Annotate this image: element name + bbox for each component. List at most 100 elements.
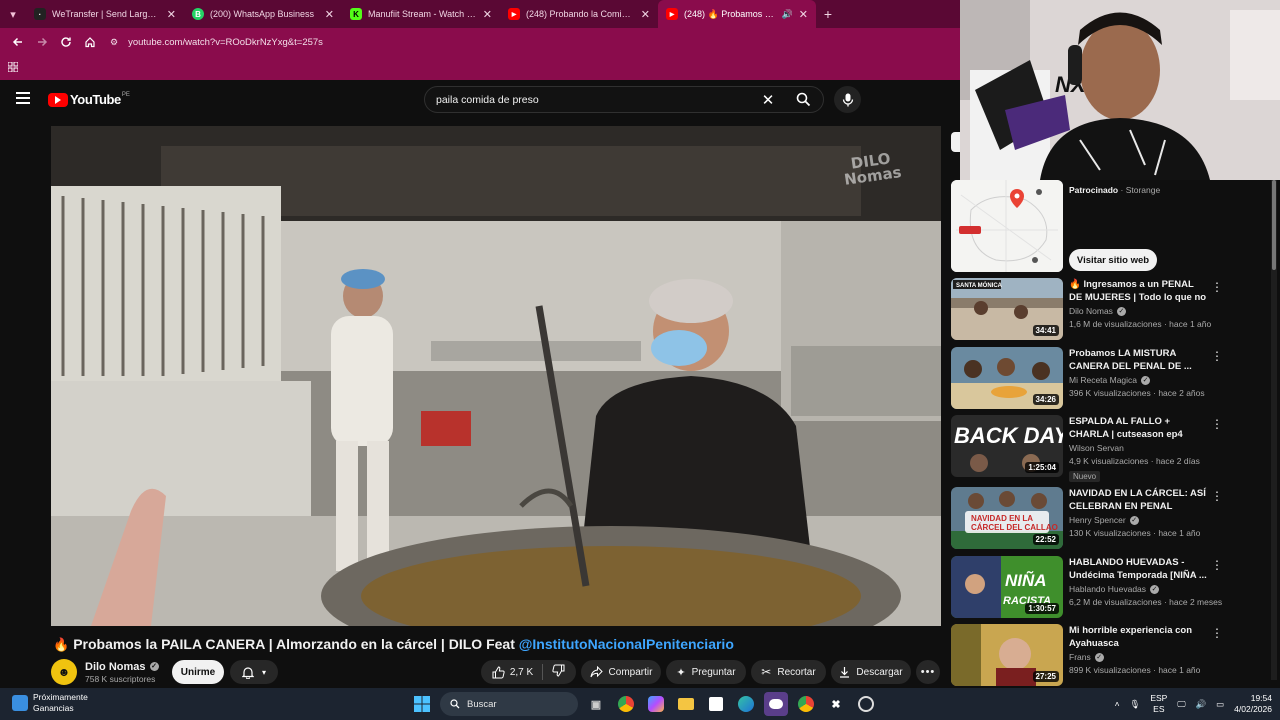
visit-site-button[interactable]: Visitar sitio web: [1069, 249, 1157, 271]
search-input[interactable]: paila comida de preso: [425, 94, 753, 106]
capcut-icon[interactable]: ✖: [824, 692, 848, 716]
share-button[interactable]: Compartir: [581, 660, 661, 684]
channel-name[interactable]: Hablando Huevadas: [1069, 584, 1146, 594]
widgets-button[interactable]: Próximamente Ganancias: [12, 692, 88, 714]
close-tab-icon[interactable]: ✕: [799, 8, 808, 21]
back-arrow-icon[interactable]: [6, 30, 30, 54]
channel-name-row[interactable]: Mi Receta Magica ✓: [1069, 375, 1207, 385]
notification-bell-button[interactable]: ▾: [230, 660, 278, 684]
channel-avatar[interactable]: ☻: [51, 659, 77, 685]
battery-icon[interactable]: ▭: [1216, 699, 1224, 710]
browser-tab[interactable]: ▶ (248) Probando la Comida Calla ✕: [500, 0, 658, 28]
video-title[interactable]: ESPALDA AL FALLO + CHARLA | cutseason ep…: [1069, 415, 1207, 441]
chip-edge[interactable]: [951, 132, 960, 152]
new-tab-button[interactable]: +: [816, 6, 840, 22]
chrome-profile-icon[interactable]: [794, 692, 818, 716]
video-title[interactable]: 🔥 Ingresamos a un PENAL DE MUJERES | Tod…: [1069, 278, 1207, 304]
channel-name[interactable]: Mi Receta Magica: [1069, 375, 1137, 385]
channel-name-row[interactable]: Hablando Huevadas ✓: [1069, 584, 1207, 594]
channel-name[interactable]: Henry Spencer: [1069, 515, 1126, 525]
more-vertical-icon[interactable]: ⋮: [1211, 626, 1223, 640]
video-thumbnail[interactable]: 34:26: [951, 347, 1063, 409]
ask-button[interactable]: ✦ Preguntar: [666, 660, 746, 684]
more-vertical-icon[interactable]: ⋮: [1211, 558, 1223, 572]
clock[interactable]: 19:54 4/02/2026: [1234, 693, 1272, 715]
ad-thumbnail-map[interactable]: [951, 180, 1063, 272]
channel-name[interactable]: Dilo Nomas: [85, 661, 146, 673]
channel-name-row[interactable]: Dilo Nomas ✓: [85, 661, 159, 673]
video-thumbnail[interactable]: SANTA MÓNICA 34:41: [951, 278, 1063, 340]
recommended-video[interactable]: NAVIDAD EN LA CÁRCEL DEL CALLAO 22:52 NAV…: [951, 487, 1251, 549]
recommended-video[interactable]: 34:26 Probamos LA MISTURA CANERA DEL PEN…: [951, 347, 1251, 409]
apps-grid-icon[interactable]: [7, 61, 19, 75]
discord-icon[interactable]: [764, 692, 788, 716]
close-tab-icon[interactable]: ✕: [167, 8, 176, 21]
network-icon[interactable]: 🖵: [1177, 699, 1185, 710]
taskbar-search[interactable]: Buscar: [440, 692, 578, 716]
video-title[interactable]: Mi horrible experiencia con Ayahuasca: [1069, 624, 1207, 650]
more-actions-button[interactable]: •••: [916, 660, 940, 684]
channel-name-row[interactable]: Dilo Nomas ✓: [1069, 306, 1207, 316]
dislike-button[interactable]: [552, 664, 565, 680]
microphone-icon[interactable]: 🎙: [1130, 699, 1141, 710]
recommended-video[interactable]: BACK DAY 1:25:04 ESPALDA AL FALLO + CHAR…: [951, 415, 1251, 482]
video-player[interactable]: DILO Nomas: [51, 126, 941, 626]
language-indicator[interactable]: ESP ES: [1150, 693, 1167, 715]
video-thumbnail[interactable]: 27:25: [951, 624, 1063, 686]
download-button[interactable]: Descargar: [831, 660, 911, 684]
task-view-icon[interactable]: ▣: [584, 692, 608, 716]
channel-name-row[interactable]: Henry Spencer ✓: [1069, 515, 1207, 525]
browser-tab[interactable]: · WeTransfer | Send Large Files Fa ✕: [26, 0, 184, 28]
clip-button[interactable]: ✂ Recortar: [751, 660, 826, 684]
file-explorer-icon[interactable]: [674, 692, 698, 716]
browser-tab[interactable]: B (200) WhatsApp Business ✕: [184, 0, 342, 28]
chevron-up-icon[interactable]: ˄: [1115, 699, 1120, 709]
search-box[interactable]: paila comida de preso ✕: [424, 86, 824, 113]
microsoft-store-icon[interactable]: [704, 692, 728, 716]
like-button[interactable]: 2,7 K: [492, 665, 533, 679]
close-tab-icon[interactable]: ✕: [483, 8, 492, 21]
edge-icon[interactable]: [734, 692, 758, 716]
site-info-icon[interactable]: ⚙: [110, 37, 118, 48]
forward-arrow-icon[interactable]: [30, 30, 54, 54]
channel-name[interactable]: Dilo Nomas: [1069, 306, 1113, 316]
clear-search-icon[interactable]: ✕: [753, 91, 783, 109]
close-tab-icon[interactable]: ✕: [325, 8, 334, 21]
more-vertical-icon[interactable]: ⋮: [1211, 417, 1223, 431]
speaker-icon[interactable]: 🔊: [782, 9, 793, 20]
tab-search-chevron-icon[interactable]: ▾: [0, 0, 26, 28]
video-title[interactable]: NAVIDAD EN LA CÁRCEL: ASÍ CELEBRAN EN PE…: [1069, 487, 1207, 513]
channel-name-row[interactable]: Wilson Servan: [1069, 443, 1207, 453]
channel-name-row[interactable]: Frans ✓: [1069, 652, 1207, 662]
copilot-icon[interactable]: [644, 692, 668, 716]
voice-search-button[interactable]: [834, 86, 861, 113]
obs-icon[interactable]: [854, 692, 878, 716]
more-vertical-icon[interactable]: ⋮: [1211, 349, 1223, 363]
chrome-icon[interactable]: [614, 692, 638, 716]
close-tab-icon[interactable]: ✕: [641, 8, 650, 21]
video-thumbnail[interactable]: NAVIDAD EN LA CÁRCEL DEL CALLAO 22:52: [951, 487, 1063, 549]
reload-icon[interactable]: [54, 30, 78, 54]
menu-icon[interactable]: [16, 92, 30, 106]
volume-icon[interactable]: 🔊: [1196, 699, 1207, 710]
more-vertical-icon[interactable]: ⋮: [1211, 489, 1223, 503]
video-thumbnail[interactable]: NIÑA RACISTA 1:30:57: [951, 556, 1063, 618]
recommended-video[interactable]: 27:25 Mi horrible experiencia con Ayahua…: [951, 624, 1251, 686]
channel-name[interactable]: Wilson Servan: [1069, 443, 1124, 453]
channel-name[interactable]: Frans: [1069, 652, 1091, 662]
browser-tab[interactable]: K Manufiit Stream - Watch Live o ✕: [342, 0, 500, 28]
mention-link[interactable]: @InstitutoNacionalPenitenciario: [519, 636, 734, 652]
video-title[interactable]: HABLANDO HUEVADAS - Undécima Temporada […: [1069, 556, 1207, 582]
video-thumbnail[interactable]: BACK DAY 1:25:04: [951, 415, 1063, 477]
address-bar[interactable]: ⚙ youtube.com/watch?v=ROoDkrNzYxg&t=257s: [110, 31, 323, 53]
browser-tab-active[interactable]: ▶ (248) 🔥 Probamos la PAIL/ 🔊 ✕: [658, 0, 816, 28]
search-button[interactable]: [783, 87, 823, 112]
video-title[interactable]: Probamos LA MISTURA CANERA DEL PENAL DE …: [1069, 347, 1207, 373]
windows-start-icon[interactable]: [410, 692, 434, 716]
home-icon[interactable]: [78, 30, 102, 54]
youtube-logo[interactable]: YouTube PE: [48, 92, 130, 107]
join-button[interactable]: Unirme: [172, 660, 224, 684]
recommended-video[interactable]: SANTA MÓNICA 34:41 🔥 Ingresamos a un PEN…: [951, 278, 1251, 340]
recommended-video[interactable]: NIÑA RACISTA 1:30:57 HABLANDO HUEVADAS - …: [951, 556, 1251, 618]
more-vertical-icon[interactable]: ⋮: [1211, 280, 1223, 294]
